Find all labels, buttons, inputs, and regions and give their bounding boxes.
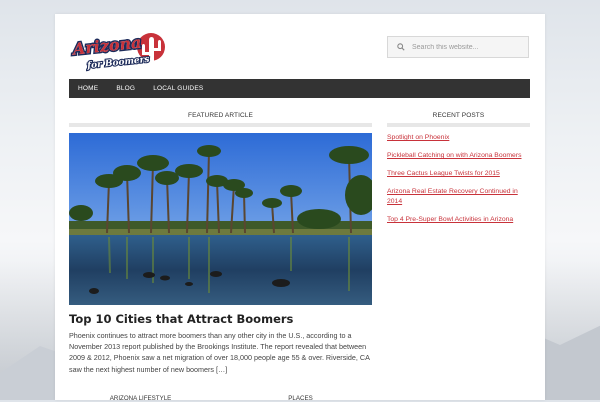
nav-item-home[interactable]: HOME: [69, 79, 107, 98]
svg-text:Arizona: Arizona: [70, 33, 142, 59]
recent-post-link[interactable]: Pickleball Catching on with Arizona Boom…: [387, 152, 522, 159]
site-container: Arizona Arizona for Boomers HOME BLOG LO…: [55, 14, 545, 402]
primary-nav: HOME BLOG LOCAL GUIDES: [69, 79, 530, 98]
nav-item-local-guides[interactable]: LOCAL GUIDES: [144, 79, 212, 98]
recent-post-link[interactable]: Arizona Real Estate Recovery Continued i…: [387, 188, 518, 205]
recent-posts-heading-rule: [387, 123, 530, 127]
search-box[interactable]: [387, 36, 529, 58]
list-item: Arizona Real Estate Recovery Continued i…: [387, 187, 532, 207]
places-heading: PLACES: [288, 395, 313, 402]
featured-article-title[interactable]: Top 10 Cities that Attract Boomers: [69, 312, 372, 326]
arizona-lifestyle-heading: ARIZONA LIFESTYLE: [109, 395, 172, 402]
logo-text-for-boomers: for Boomers: [86, 55, 150, 72]
recent-posts-list: Spotlight on Phoenix Pickleball Catching…: [387, 133, 532, 233]
list-item: Spotlight on Phoenix: [387, 133, 532, 143]
site-logo[interactable]: Arizona Arizona for Boomers: [69, 28, 169, 78]
recent-post-link[interactable]: Spotlight on Phoenix: [387, 134, 449, 141]
featured-heading-rule: [69, 123, 372, 127]
search-icon: [394, 40, 408, 54]
featured-heading: FEATURED ARTICLE: [188, 112, 253, 119]
recent-post-link[interactable]: Top 4 Pre-Super Bowl Activities in Arizo…: [387, 216, 513, 223]
list-item: Top 4 Pre-Super Bowl Activities in Arizo…: [387, 215, 532, 225]
recent-posts-heading: RECENT POSTS: [432, 112, 485, 119]
featured-image[interactable]: [69, 133, 372, 305]
search-input[interactable]: [412, 38, 522, 56]
list-item: Pickleball Catching on with Arizona Boom…: [387, 151, 532, 161]
list-item: Three Cactus League Twists for 2015: [387, 169, 532, 179]
featured-image-palms-lake: [69, 133, 372, 305]
recent-post-link[interactable]: Three Cactus League Twists for 2015: [387, 170, 500, 177]
featured-article-excerpt: Phoenix continues to attract more boomer…: [69, 331, 370, 374]
nav-item-blog[interactable]: BLOG: [107, 79, 144, 98]
logo-graphic: Arizona Arizona for Boomers: [69, 31, 165, 72]
